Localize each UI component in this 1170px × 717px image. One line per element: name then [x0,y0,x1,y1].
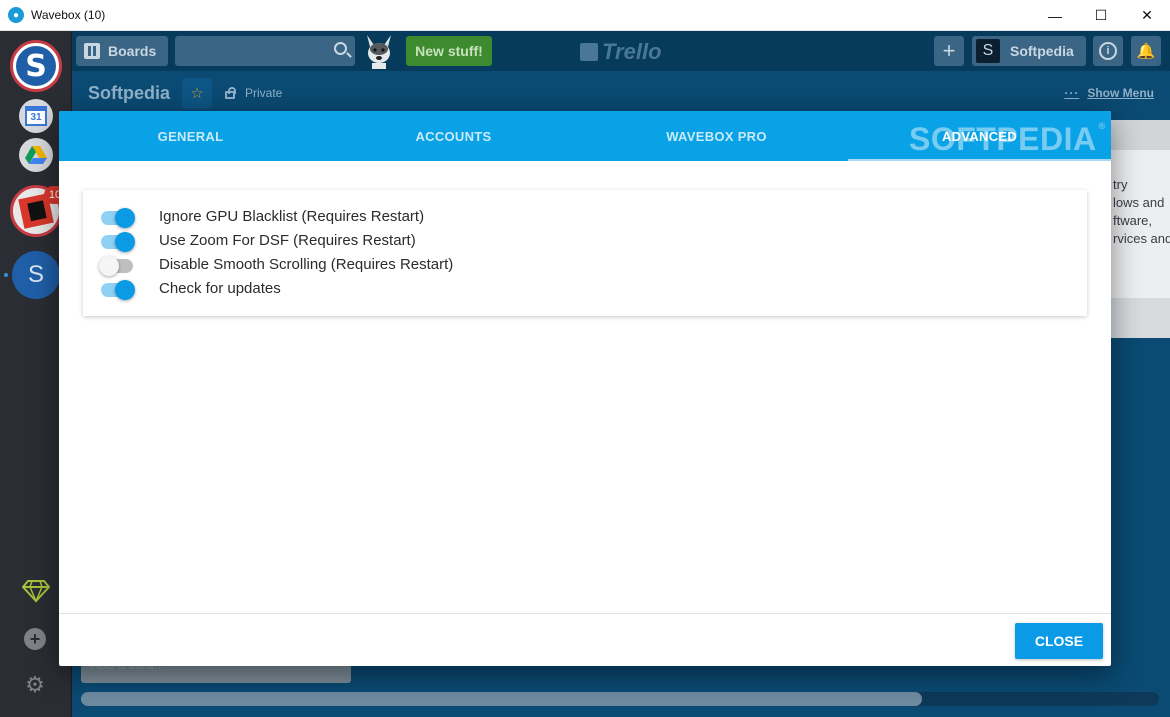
star-icon[interactable]: ☆ [182,78,212,108]
setting-label: Ignore GPU Blacklist (Requires Restart) [159,207,425,225]
use-zoom-for-dsf-toggle[interactable] [99,228,135,252]
trello-header: Boards New stuff! Trello + S Softpedia i [72,31,1170,71]
more-icon: ··· [1064,86,1080,100]
card-line: try [1113,177,1128,192]
tab-accounts[interactable]: ACCOUNTS [322,111,585,161]
new-stuff-button[interactable]: New stuff! [406,36,492,66]
trello-logo-text: Trello [602,39,662,64]
account-softpedia-primary[interactable]: S [10,40,62,92]
google-drive-service[interactable] [19,138,53,172]
toggle-knob [115,280,135,300]
window-titlebar: ● Wavebox (10) — ☐ ✕ [0,0,1170,31]
user-menu-button[interactable]: S Softpedia [972,36,1086,66]
setting-label: Check for updates [159,279,281,297]
toggle-knob [115,232,135,252]
window-controls: — ☐ ✕ [1032,0,1170,31]
taco-husky-icon [367,35,391,69]
settings-dialog: GENERAL ACCOUNTS WAVEBOX PRO ADVANCED SO… [59,111,1111,666]
trello-logo[interactable]: Trello [580,39,662,65]
active-indicator [4,273,8,277]
search-icon [334,42,347,55]
show-menu-link[interactable]: ··· Show Menu [1064,86,1154,100]
google-drive-icon [25,146,47,164]
minimize-button[interactable]: — [1032,0,1078,31]
trello-logo-icon [580,43,598,61]
close-button[interactable]: CLOSE [1015,623,1103,659]
tab-general[interactable]: GENERAL [59,111,322,161]
settings-tabs: GENERAL ACCOUNTS WAVEBOX PRO ADVANCED [59,111,1111,161]
boards-label: Boards [108,43,157,59]
trello-search-input[interactable] [175,36,355,66]
setting-row-ignore-gpu-blacklist: Ignore GPU Blacklist (Requires Restart) [83,204,1087,228]
notifications-bell-icon[interactable]: 🔔 [1131,36,1161,66]
google-calendar-service[interactable]: 31 [19,99,53,133]
show-menu-label: Show Menu [1087,86,1154,100]
setting-label: Disable Smooth Scrolling (Requires Resta… [159,255,454,273]
tab-wavebox-pro[interactable]: WAVEBOX PRO [585,111,848,161]
boards-icon [84,43,100,59]
card-line: rvices and [1113,231,1170,246]
account-softpedia-trello[interactable]: S [12,251,60,299]
boards-button[interactable]: Boards [76,36,168,66]
info-icon: i [1099,42,1117,60]
add-account-icon[interactable]: + [24,628,46,650]
lock-icon [225,87,236,99]
maximize-button[interactable]: ☐ [1078,0,1124,31]
calendar-icon: 31 [25,106,47,126]
toggle-knob [115,208,135,228]
privacy-label: Private [245,86,283,100]
diamond-icon[interactable] [22,579,50,603]
wavebox-logo-icon: ● [8,7,24,23]
toggle-knob [99,256,119,276]
horizontal-scrollbar[interactable] [81,692,1159,706]
user-name: Softpedia [1010,43,1074,59]
check-for-updates-toggle[interactable] [99,276,135,300]
dialog-footer: CLOSE [59,613,1111,666]
settings-gear-icon[interactable]: ⚙ [24,672,46,697]
card-footer [1110,298,1170,338]
ignore-gpu-blacklist-toggle[interactable] [99,204,135,228]
scrollbar-thumb[interactable] [81,692,922,706]
tab-advanced[interactable]: ADVANCED [848,111,1111,161]
account-letter: S [16,46,56,86]
card-line: ftware, [1113,213,1153,228]
card-header [1110,120,1170,150]
setting-row-disable-smooth-scrolling: Disable Smooth Scrolling (Requires Resta… [83,252,1087,276]
card-text: try lows and ftware, rvices and [1110,150,1170,248]
privacy-button[interactable]: Private [225,86,282,100]
create-button[interactable]: + [934,36,964,66]
board-title[interactable]: Softpedia [88,83,170,104]
info-button[interactable]: i [1093,36,1123,66]
disable-smooth-scrolling-toggle[interactable] [99,252,135,276]
close-window-button[interactable]: ✕ [1124,0,1170,31]
card-line: lows and [1113,195,1165,210]
advanced-settings-card: Ignore GPU Blacklist (Requires Restart) … [83,190,1087,316]
list-card[interactable]: try lows and ftware, rvices and [1110,120,1170,338]
setting-row-use-zoom-for-dsf: Use Zoom For DSF (Requires Restart) [83,228,1087,252]
setting-label: Use Zoom For DSF (Requires Restart) [159,231,416,249]
avatar: S [976,39,1000,63]
window-title: Wavebox (10) [31,8,106,22]
setting-row-check-for-updates: Check for updates [83,276,1087,300]
